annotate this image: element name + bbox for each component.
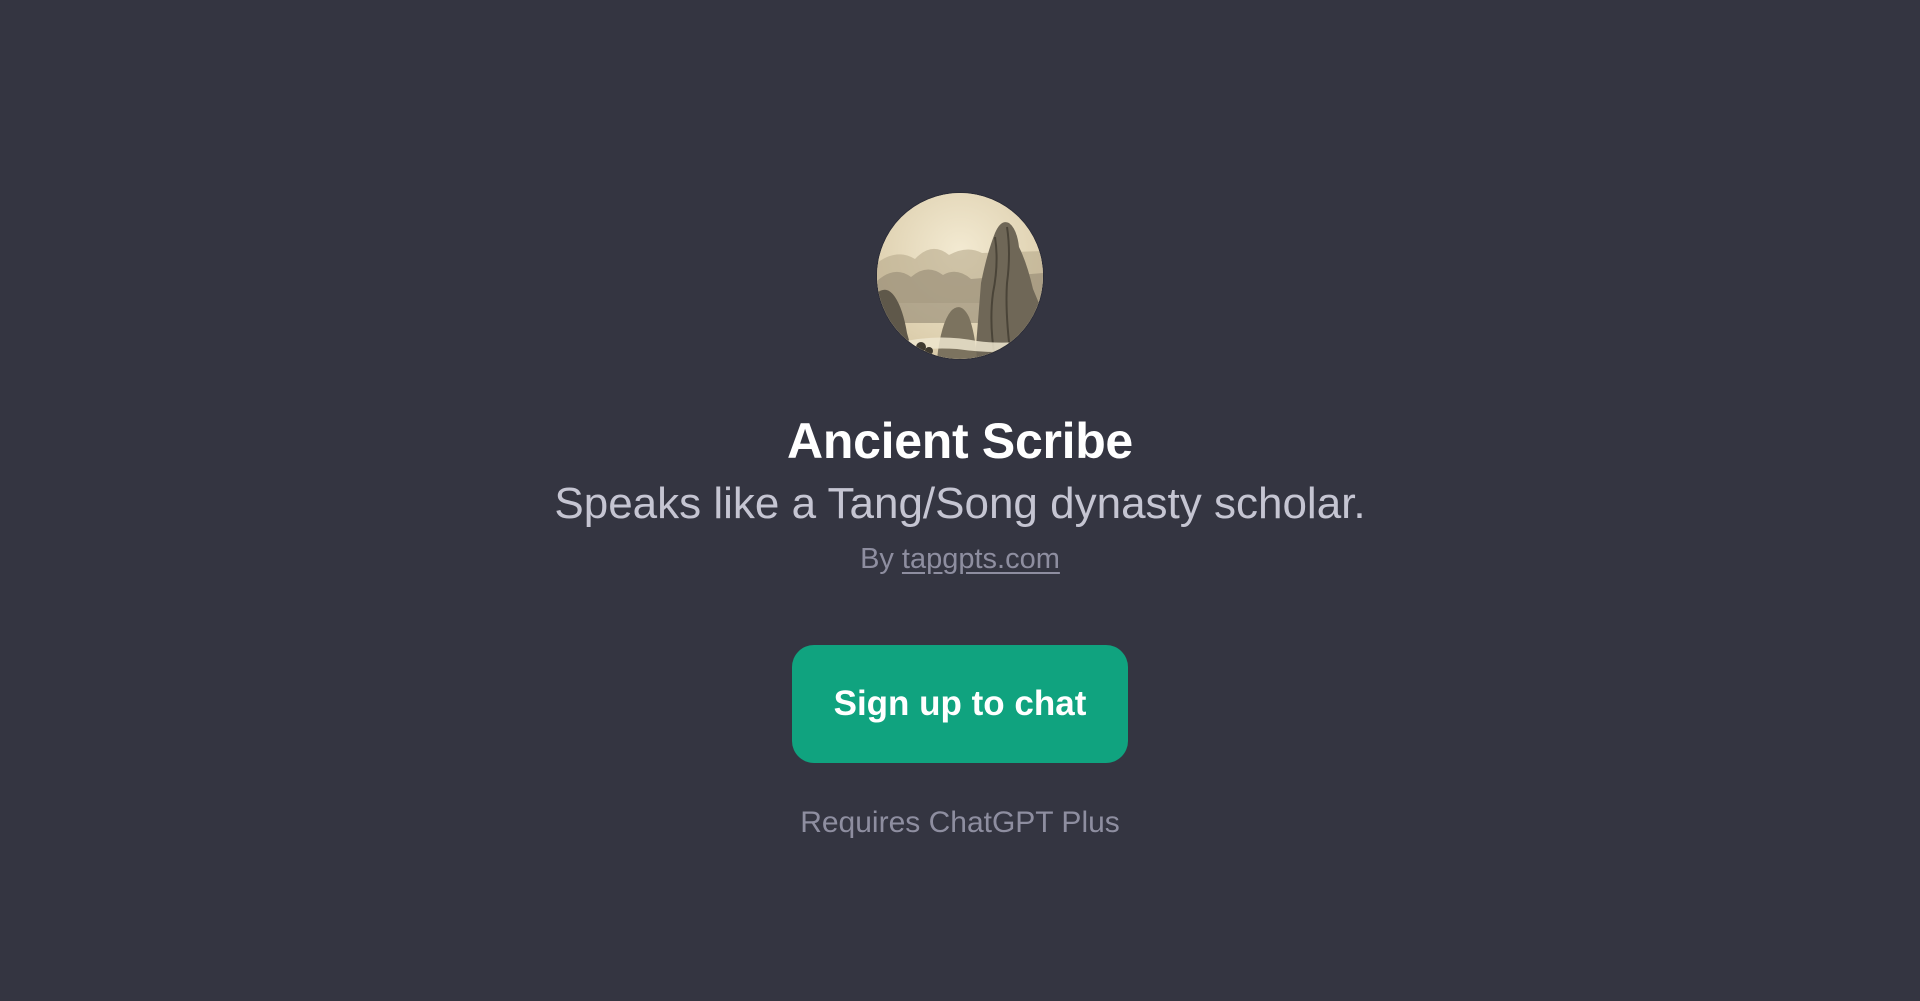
byline: By tapgpts.com xyxy=(860,541,1060,577)
author-link[interactable]: tapgpts.com xyxy=(902,543,1060,575)
gpt-name: Ancient Scribe xyxy=(787,413,1133,469)
gpt-description: Speaks like a Tang/Song dynasty scholar. xyxy=(554,479,1366,528)
gpt-landing-page: Ancient Scribe Speaks like a Tang/Song d… xyxy=(0,0,1920,1001)
signup-button[interactable]: Sign up to chat xyxy=(792,645,1128,763)
by-label: By xyxy=(860,543,894,575)
mountain-landscape-avatar-icon xyxy=(877,193,1043,359)
plus-requirement-text: Requires ChatGPT Plus xyxy=(800,806,1120,839)
gpt-profile: Ancient Scribe Speaks like a Tang/Song d… xyxy=(0,0,1920,841)
